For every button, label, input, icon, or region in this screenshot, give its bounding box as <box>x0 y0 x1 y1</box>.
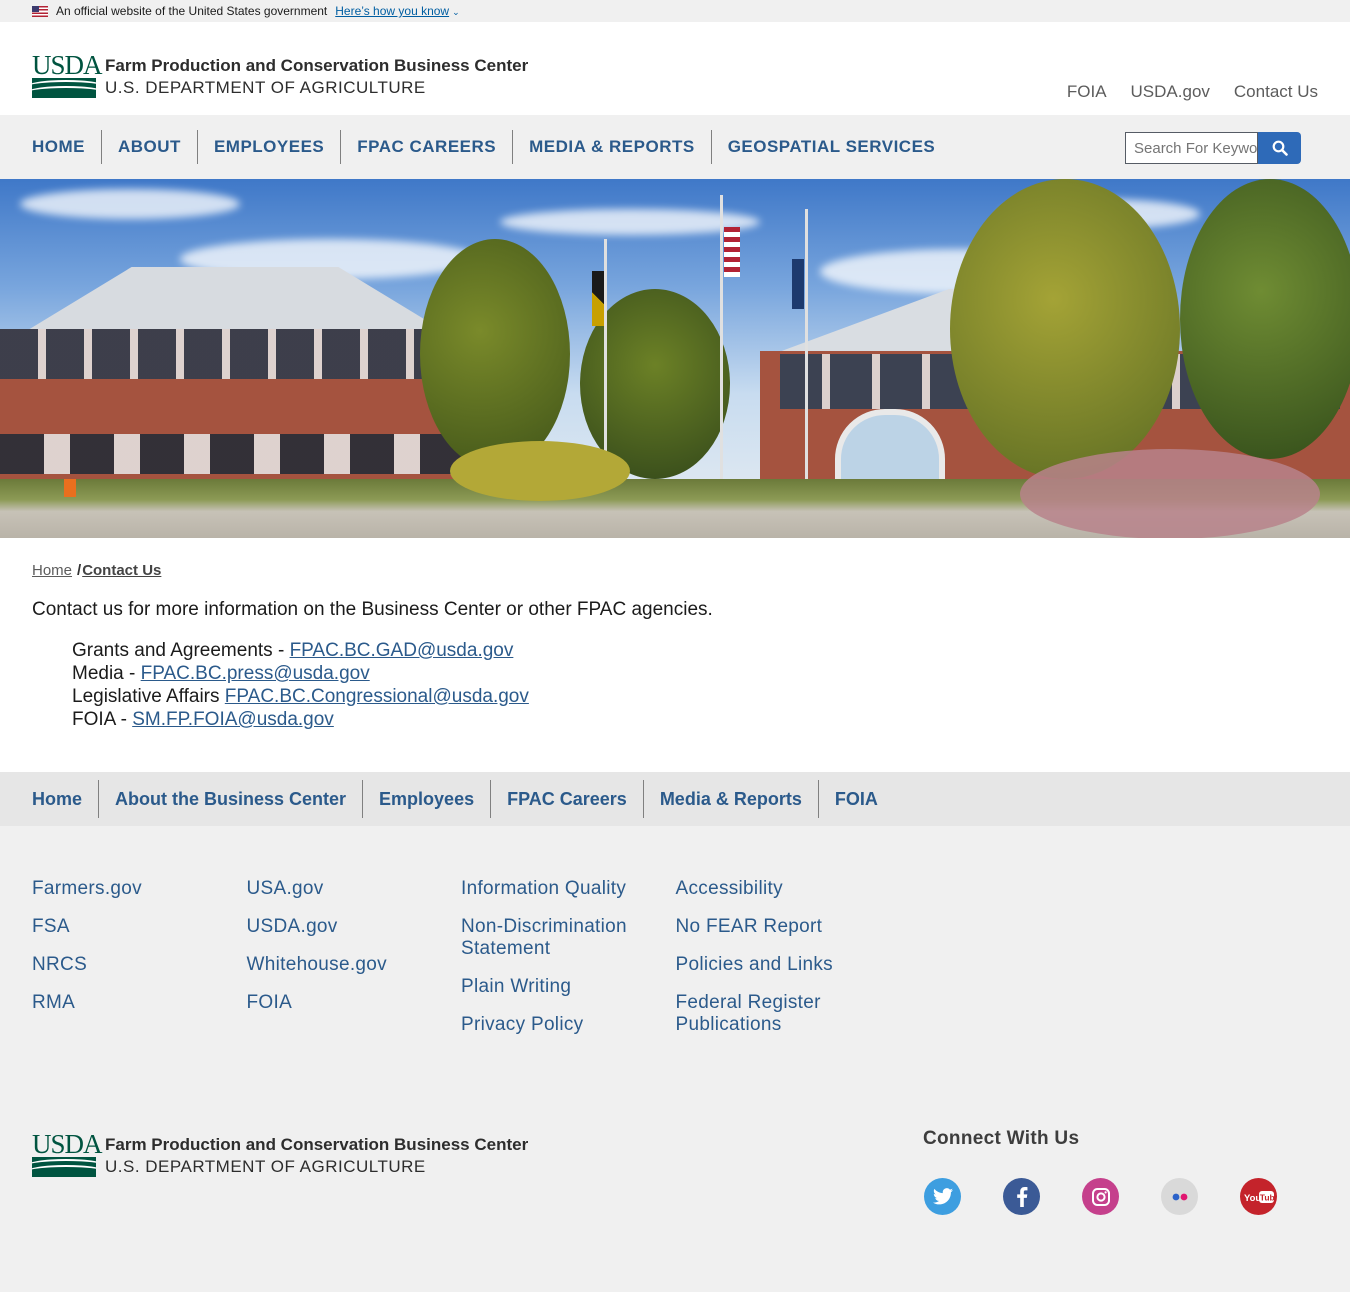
facebook-icon[interactable] <box>1003 1178 1040 1215</box>
footer-link[interactable]: Privacy Policy <box>461 1014 676 1036</box>
nav-item-fpac-careers[interactable]: FPAC CAREERS <box>340 130 512 164</box>
footer-link[interactable]: Farmers.gov <box>32 878 247 900</box>
flickr-icon[interactable] <box>1161 1178 1198 1215</box>
nav-item-geospatial-services[interactable]: GEOSPATIAL SERVICES <box>710 130 952 164</box>
nav-item-media-reports[interactable]: MEDIA & REPORTS <box>512 130 711 164</box>
footer-link[interactable]: Federal Register Publications <box>676 992 891 1036</box>
search-form <box>1125 132 1301 164</box>
hero-image <box>0 179 1350 538</box>
footer-nav-employees[interactable]: Employees <box>362 780 490 818</box>
nav-item-about[interactable]: ABOUT <box>101 130 197 164</box>
util-link-contact-us[interactable]: Contact Us <box>1234 82 1318 102</box>
contact-item: FOIA - SM.FP.FOIA@usda.gov <box>72 708 1318 731</box>
intro-text: Contact us for more information on the B… <box>32 599 713 620</box>
usda-logo-letters: USDA <box>32 50 103 80</box>
footer-link[interactable]: USA.gov <box>247 878 462 900</box>
nav-item-employees[interactable]: EMPLOYEES <box>196 130 340 164</box>
footer-link[interactable]: No FEAR Report <box>676 916 891 938</box>
footer-link[interactable]: RMA <box>32 992 247 1014</box>
contact-email-link[interactable]: FPAC.BC.Congressional@usda.gov <box>225 686 529 707</box>
contact-label: Media - <box>72 663 141 684</box>
chevron-down-icon: ⌄ <box>452 7 460 17</box>
footer-logo-text: Farm Production and Conservation Busines… <box>105 1133 528 1178</box>
site-title: Farm Production and Conservation Busines… <box>105 56 529 75</box>
instagram-icon[interactable] <box>1082 1178 1119 1215</box>
contact-item: Media - FPAC.BC.press@usda.gov <box>72 662 1318 685</box>
footer-link[interactable]: NRCS <box>32 954 247 976</box>
breadcrumb: Home /Contact Us <box>32 562 1318 579</box>
usda-logo-icon: USDA <box>32 50 103 98</box>
footer-nav-home[interactable]: Home <box>32 780 98 818</box>
usda-field-graphic <box>32 78 96 98</box>
svg-text:Tube: Tube <box>1259 1192 1273 1202</box>
contact-label: FOIA - <box>72 709 133 730</box>
contact-list: Grants and Agreements - FPAC.BC.GAD@usda… <box>32 639 1318 731</box>
site-logo[interactable]: USDA Farm Production and Conservation Bu… <box>32 50 528 99</box>
logo-text: Farm Production and Conservation Busines… <box>105 54 528 99</box>
contact-email-link[interactable]: FPAC.BC.GAD@usda.gov <box>290 640 514 661</box>
footer-link[interactable]: FSA <box>32 916 247 938</box>
footer-site-subtitle: U.S. DEPARTMENT OF AGRICULTURE <box>105 1157 426 1176</box>
breadcrumb-home[interactable]: Home <box>32 562 72 579</box>
footer-col-policies: Information Quality Non-Discrimination S… <box>461 878 676 1052</box>
site-footer: Farmers.gov FSA NRCS RMA USA.gov USDA.go… <box>0 826 1350 1292</box>
usda-logo-icon: USDA <box>32 1129 103 1177</box>
footer-link[interactable]: Plain Writing <box>461 976 676 998</box>
nav-item-home[interactable]: HOME <box>32 130 101 164</box>
connect-with-us: Connect With Us YouTube <box>923 1128 1277 1215</box>
contact-label: Grants and Agreements - <box>72 640 290 661</box>
footer-site-title: Farm Production and Conservation Busines… <box>105 1135 529 1154</box>
utility-links: FOIA USDA.gov Contact Us <box>1067 82 1318 102</box>
site-subtitle: U.S. DEPARTMENT OF AGRICULTURE <box>105 78 426 97</box>
main-content: Home /Contact Us Contact us for more info… <box>0 538 1350 772</box>
footer-link[interactable]: Policies and Links <box>676 954 891 976</box>
contact-label: Legislative Affairs <box>72 686 225 707</box>
site-header: USDA Farm Production and Conservation Bu… <box>0 22 1350 115</box>
contact-email-link[interactable]: FPAC.BC.press@usda.gov <box>141 663 370 684</box>
footer-link-columns: Farmers.gov FSA NRCS RMA USA.gov USDA.go… <box>32 878 890 1052</box>
heres-how-you-know-link[interactable]: Here’s how you know ⌄ <box>335 4 459 18</box>
twitter-icon[interactable] <box>924 1178 961 1215</box>
gov-banner: An official website of the United States… <box>0 0 1350 22</box>
footer-nav-media-reports[interactable]: Media & Reports <box>642 780 818 818</box>
footer-col-government: USA.gov USDA.gov Whitehouse.gov FOIA <box>247 878 462 1052</box>
breadcrumb-separator: / <box>77 562 82 579</box>
contact-email-link[interactable]: SM.FP.FOIA@usda.gov <box>132 709 334 730</box>
contact-item: Grants and Agreements - FPAC.BC.GAD@usda… <box>72 639 1318 662</box>
footer-nav-foia[interactable]: FOIA <box>817 780 894 818</box>
footer-link[interactable]: USDA.gov <box>247 916 462 938</box>
footer-col-agencies: Farmers.gov FSA NRCS RMA <box>32 878 247 1052</box>
social-links: YouTube <box>924 1178 1277 1215</box>
footer-nav: Home About the Business Center Employees… <box>0 772 1350 826</box>
main-nav: HOME ABOUT EMPLOYEES FPAC CAREERS MEDIA … <box>0 115 1350 179</box>
footer-link[interactable]: Non-Discrimination Statement <box>461 916 676 960</box>
footer-nav-about[interactable]: About the Business Center <box>98 780 362 818</box>
contact-item: Legislative Affairs FPAC.BC.Congressiona… <box>72 685 1318 708</box>
connect-title: Connect With Us <box>923 1128 1080 1149</box>
search-icon <box>1272 140 1288 156</box>
footer-link[interactable]: FOIA <box>247 992 462 1014</box>
footer-link[interactable]: Information Quality <box>461 878 676 900</box>
youtube-icon[interactable]: YouTube <box>1240 1178 1277 1215</box>
search-input[interactable] <box>1125 132 1258 164</box>
us-flag-icon <box>32 5 48 17</box>
usda-field-graphic <box>32 1157 96 1177</box>
footer-link[interactable]: Whitehouse.gov <box>247 954 462 976</box>
util-link-foia[interactable]: FOIA <box>1067 82 1107 102</box>
footer-col-accessibility: Accessibility No FEAR Report Policies an… <box>676 878 891 1052</box>
footer-nav-fpac-careers[interactable]: FPAC Careers <box>490 780 643 818</box>
usda-logo-letters: USDA <box>32 1129 103 1159</box>
util-link-usda-gov[interactable]: USDA.gov <box>1131 82 1210 102</box>
footer-logo[interactable]: USDA Farm Production and Conservation Bu… <box>32 1129 528 1178</box>
search-button[interactable] <box>1258 132 1301 164</box>
heres-how-you-know-label: Here’s how you know <box>335 4 450 18</box>
breadcrumb-current: Contact Us <box>82 562 162 579</box>
gov-banner-text: An official website of the United States… <box>56 4 328 18</box>
footer-link[interactable]: Accessibility <box>676 878 891 900</box>
